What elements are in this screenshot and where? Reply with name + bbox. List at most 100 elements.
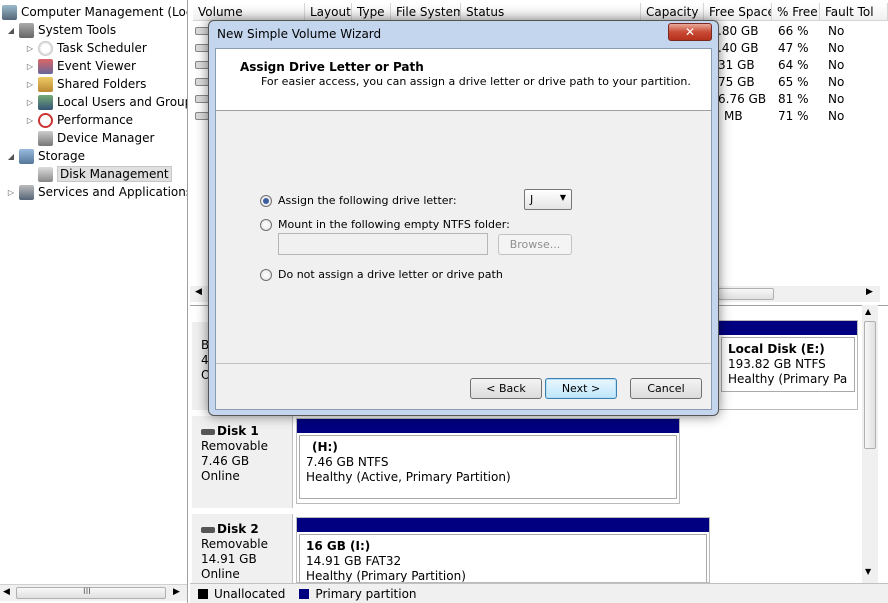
table-cell-fault: No	[828, 92, 845, 106]
radio-dot[interactable]	[260, 218, 272, 231]
radio-assign-drive-letter[interactable]: Assign the following drive letter:	[260, 194, 457, 207]
volume-row-icon	[195, 78, 209, 86]
collapsed-arrow-icon[interactable]: ▷	[25, 98, 35, 107]
tree-item-system-tools[interactable]: ◢ System Tools	[6, 21, 116, 39]
table-cell-fault: No	[828, 24, 845, 38]
radio-no-drive-letter[interactable]: Do not assign a drive letter or drive pa…	[260, 268, 503, 281]
tree-label: Task Scheduler	[57, 41, 147, 55]
scroll-left-icon[interactable]: ◀	[3, 587, 10, 597]
drive-letter-select[interactable]: J ▼	[524, 189, 572, 210]
volume-row-icon	[195, 95, 209, 103]
partition-name: (H:)	[312, 440, 338, 454]
scroll-thumb[interactable]: III	[16, 587, 166, 599]
storage-icon	[19, 148, 34, 164]
table-cell-free-space: MB	[724, 109, 743, 123]
collapsed-arrow-icon[interactable]: ▷	[25, 44, 35, 53]
tree-horizontal-scrollbar[interactable]: ◀ III ▶	[0, 584, 187, 601]
close-icon: ✕	[684, 25, 696, 39]
tree-item-event-viewer[interactable]: ▷ Event Viewer	[25, 57, 136, 75]
tree-item-computer-management[interactable]: Computer Management (Local	[2, 3, 188, 21]
expanded-arrow-icon[interactable]: ◢	[6, 152, 16, 161]
scroll-thumb[interactable]	[718, 288, 774, 300]
radio-label: Assign the following drive letter:	[278, 194, 457, 207]
tree-label: Local Users and Groups	[57, 95, 188, 109]
collapsed-arrow-icon[interactable]: ▷	[25, 62, 35, 71]
volume-row-icon	[195, 44, 209, 52]
scroll-down-icon[interactable]: ▼	[865, 567, 871, 576]
disk-icon	[201, 527, 215, 533]
partition-status: Healthy (Active, Primary Partition)	[306, 470, 511, 484]
partition-i[interactable]: 16 GB (I:) 14.91 GB FAT32 Healthy (Prima…	[296, 517, 710, 583]
tree-item-storage[interactable]: ◢ Storage	[6, 147, 85, 165]
scroll-up-icon[interactable]: ▲	[865, 307, 871, 316]
disk-view-vertical-scrollbar[interactable]: ▲ ▼	[862, 305, 878, 583]
column-header-fault-tolerance[interactable]: Fault Tol	[820, 3, 888, 21]
collapsed-arrow-icon[interactable]: ▷	[25, 80, 35, 89]
tree-item-performance[interactable]: ▷ Performance	[25, 111, 133, 129]
radio-dot[interactable]	[260, 268, 272, 281]
wizard-header: Assign Drive Letter or Path For easier a…	[216, 49, 711, 111]
tree-label: Device Manager	[57, 131, 155, 145]
back-button[interactable]: < Back	[470, 378, 542, 399]
mount-folder-path-input[interactable]	[278, 233, 488, 255]
clock-icon	[38, 40, 53, 56]
table-cell-free-space: 31 GB	[718, 58, 755, 72]
tree-item-disk-management[interactable]: Disk Management	[25, 165, 172, 183]
radio-label: Do not assign a drive letter or drive pa…	[278, 268, 503, 281]
tree-item-task-scheduler[interactable]: ▷ Task Scheduler	[25, 39, 147, 57]
partition-h[interactable]: (H:) 7.46 GB NTFS Healthy (Active, Prima…	[296, 418, 680, 504]
collapsed-arrow-icon[interactable]: ▷	[25, 116, 35, 125]
browse-button[interactable]: Browse...	[498, 234, 572, 255]
footer-separator	[216, 363, 711, 364]
tree-item-services-applications[interactable]: ▷ Services and Applications	[6, 183, 188, 201]
table-cell-percent-free: 71 %	[778, 109, 809, 123]
disk-2-label[interactable]: Disk 2 Removable 14.91 GB Online	[192, 514, 293, 583]
column-header-volume[interactable]: Volume	[193, 3, 305, 21]
column-header-capacity[interactable]: Capacity	[641, 3, 704, 21]
partition-size: 7.46 GB NTFS	[306, 455, 389, 469]
services-icon	[19, 184, 34, 200]
unallocated-swatch	[198, 588, 208, 599]
table-cell-percent-free: 81 %	[778, 92, 809, 106]
tree-label: Services and Applications	[38, 185, 188, 199]
chevron-down-icon: ▼	[559, 193, 566, 202]
tree-label: Shared Folders	[57, 77, 147, 91]
performance-icon	[38, 112, 53, 128]
next-button[interactable]: Next >	[545, 378, 617, 399]
tree-item-shared-folders[interactable]: ▷ Shared Folders	[25, 75, 146, 93]
column-header-free-space[interactable]: Free Space	[704, 3, 772, 21]
scroll-thumb[interactable]	[864, 321, 876, 449]
partition-name: Local Disk (E:)	[728, 342, 825, 356]
tree-label: Performance	[57, 113, 134, 127]
tree-item-device-manager[interactable]: Device Manager	[25, 129, 154, 147]
radio-mount-ntfs-folder[interactable]: Mount in the following empty NTFS folder…	[260, 218, 510, 231]
disk-type: Removable	[201, 537, 269, 551]
disk-1-label[interactable]: Disk 1 Removable 7.46 GB Online	[192, 416, 293, 508]
volume-row-icon	[195, 112, 209, 120]
tools-icon	[19, 22, 34, 38]
table-cell-percent-free: 66 %	[778, 24, 809, 38]
primary-partition-bar	[297, 518, 709, 532]
expanded-arrow-icon[interactable]: ◢	[6, 26, 16, 35]
collapsed-arrow-icon[interactable]: ▷	[6, 188, 16, 197]
column-header-percent-free[interactable]: % Free	[772, 3, 820, 21]
column-header-type[interactable]: Type	[352, 3, 391, 21]
selected-drive-letter: J	[530, 193, 534, 206]
close-button[interactable]: ✕	[668, 23, 712, 41]
table-cell-fault: No	[828, 41, 845, 55]
column-header-layout[interactable]: Layout	[305, 3, 352, 21]
scroll-left-icon[interactable]: ◀	[195, 287, 202, 297]
thumb-grip: III	[83, 587, 91, 597]
radio-dot[interactable]	[260, 194, 272, 207]
disk-size: 14.91 GB	[201, 552, 257, 566]
scroll-right-icon[interactable]: ▶	[173, 587, 180, 597]
tree-item-local-users-groups[interactable]: ▷ Local Users and Groups	[25, 93, 188, 111]
tree-label: Storage	[38, 149, 85, 163]
cancel-button[interactable]: Cancel	[630, 378, 702, 399]
column-header-status[interactable]: Status	[461, 3, 641, 21]
table-cell-free-space: 6.76 GB	[718, 92, 767, 106]
tree-label: Computer Management (Local	[21, 5, 188, 19]
scroll-right-icon[interactable]: ▶	[866, 287, 873, 297]
column-header-file-system[interactable]: File System	[391, 3, 461, 21]
partition-local-disk-e[interactable]: Local Disk (E:) 193.82 GB NTFS Healthy (…	[718, 320, 858, 410]
